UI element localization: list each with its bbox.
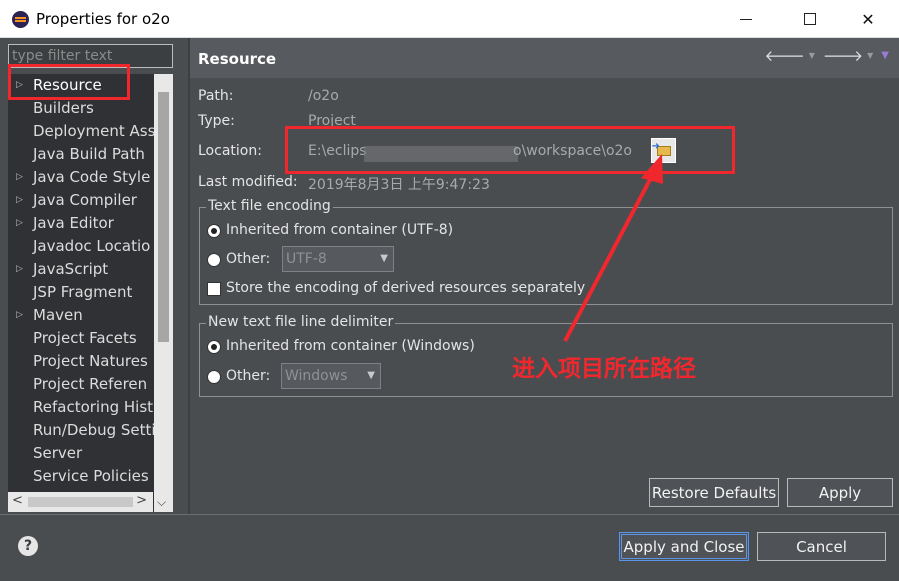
title-bar: Properties for o2o ✕	[0, 0, 899, 38]
close-icon: ✕	[861, 9, 875, 29]
annotation-arrow	[563, 154, 663, 342]
window-title: Properties for o2o	[36, 10, 170, 28]
maximize-button[interactable]	[787, 0, 833, 38]
maximize-icon	[804, 13, 816, 25]
close-button[interactable]: ✕	[845, 0, 891, 38]
annotation-text: 进入项目所在路径	[512, 356, 696, 382]
minimize-button[interactable]	[723, 0, 769, 38]
minimize-icon	[740, 18, 752, 20]
dialog-body: type filter text ▷ Resource Builders Deploy…	[0, 38, 899, 581]
eclipse-icon	[12, 11, 29, 28]
arrow-head	[641, 154, 663, 184]
arrow-shaft	[563, 169, 657, 342]
